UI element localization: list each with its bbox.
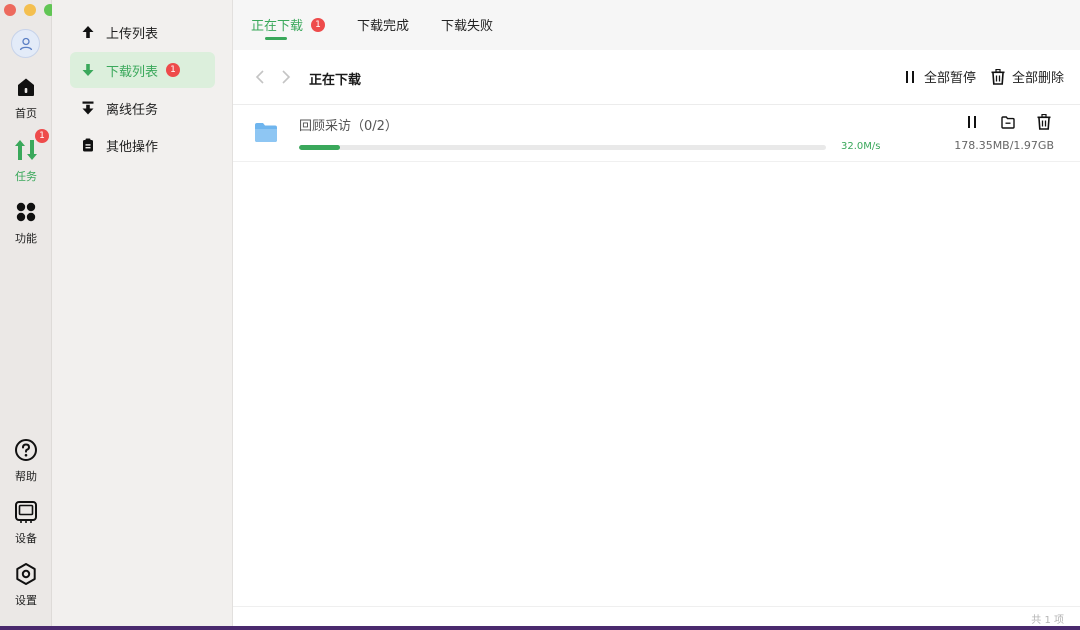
active-tab-indicator: [265, 37, 287, 40]
grid-icon: [13, 199, 39, 225]
avatar[interactable]: [11, 29, 40, 58]
delete-all-button[interactable]: 全部删除: [990, 67, 1064, 86]
device-icon: [13, 499, 39, 525]
rail-item-settings[interactable]: 设置: [0, 561, 52, 608]
pause-all-label: 全部暂停: [924, 71, 977, 86]
minimize-window-button[interactable]: [24, 4, 36, 16]
rail-item-home[interactable]: 首页: [0, 74, 52, 121]
folder-outline-icon: [1001, 115, 1015, 129]
close-window-button[interactable]: [4, 4, 16, 16]
pause-icon: [902, 68, 918, 86]
main-panel: 正在下载 1 下载完成 下载失败 正在下载 全部暂停 全部删除 回顾采访（0/2…: [233, 0, 1080, 626]
trash-icon: [990, 68, 1006, 86]
task-name: 回顾采访（0/2）: [299, 119, 398, 134]
trash-icon: [1037, 114, 1051, 130]
table-row[interactable]: 回顾采访（0/2） 32.0M/s 178.35MB/1.97GB: [233, 105, 1080, 162]
progress-fill: [299, 145, 340, 150]
pause-all-button[interactable]: 全部暂停: [902, 67, 976, 86]
sidebar-item-label: 上传列表: [106, 26, 159, 42]
pause-task-button[interactable]: [963, 113, 981, 131]
upload-icon: [80, 24, 96, 40]
rail-item-features[interactable]: 功能: [0, 199, 52, 246]
page-title: 正在下载: [309, 73, 362, 88]
toolbar: 正在下载 全部暂停 全部删除: [233, 50, 1080, 105]
tab-badge: 1: [311, 17, 326, 32]
item-count: 共 1 项: [1031, 615, 1064, 626]
back-button[interactable]: [250, 67, 270, 87]
rail-item-label: 任务: [15, 170, 37, 183]
chevron-right-icon: [282, 70, 291, 84]
tab-label: 下载失败: [441, 19, 494, 34]
sidebar-item-offline-tasks[interactable]: 离线任务: [70, 90, 215, 126]
progress-bar: [299, 145, 826, 150]
sidebar-item-label: 下载列表: [106, 64, 159, 80]
pause-icon: [968, 116, 976, 128]
clipboard-icon: [80, 137, 96, 153]
rail-item-help[interactable]: 帮助: [0, 437, 52, 484]
home-icon: [13, 74, 39, 100]
delete-all-label: 全部删除: [1012, 71, 1065, 86]
transfer-icon: 1: [13, 129, 49, 163]
sidebar-item-label: 其他操作: [106, 139, 159, 155]
download-speed: 32.0M/s: [841, 141, 881, 152]
settings-icon: [13, 561, 39, 587]
sidebar-item-label: 离线任务: [106, 102, 159, 118]
rail-item-label: 功能: [15, 232, 37, 245]
sidebar-item-download-list[interactable]: 下载列表 1: [70, 52, 215, 88]
download-icon: [80, 62, 96, 78]
download-list-badge: 1: [166, 63, 181, 77]
tab-label: 正在下载: [251, 19, 304, 34]
rail-item-label: 首页: [15, 107, 37, 120]
offline-icon: [80, 100, 96, 116]
rail-item-label: 设备: [15, 532, 37, 545]
file-size: 178.35MB/1.97GB: [954, 139, 1054, 152]
tab-label: 下载完成: [357, 19, 410, 34]
app-window: 首页 1 任务 功能 帮助 设备 设置 上传列表 下载列表 1 离线任务 其他操…: [0, 0, 1080, 626]
forward-button[interactable]: [276, 67, 296, 87]
status-footer: 共 1 项: [233, 606, 1080, 626]
folder-icon: [254, 121, 278, 143]
sidebar-item-upload-list[interactable]: 上传列表: [70, 14, 215, 50]
icon-rail: 首页 1 任务 功能 帮助 设备 设置: [0, 0, 56, 626]
delete-task-button[interactable]: [1035, 113, 1053, 131]
rail-item-label: 帮助: [15, 470, 37, 483]
help-icon: [13, 437, 39, 463]
tab-completed[interactable]: 下载完成: [357, 15, 409, 34]
tab-bar: 正在下载 1 下载完成 下载失败: [233, 0, 1080, 50]
open-folder-button[interactable]: [999, 113, 1017, 131]
chevron-left-icon: [255, 70, 264, 84]
window-controls: [4, 4, 56, 16]
rail-item-label: 设置: [15, 594, 37, 607]
tab-failed[interactable]: 下载失败: [441, 15, 493, 34]
tab-downloading[interactable]: 正在下载 1: [251, 15, 326, 34]
user-icon: [19, 37, 32, 50]
rail-item-device[interactable]: 设备: [0, 499, 52, 546]
sidebar: 上传列表 下载列表 1 离线任务 其他操作: [52, 0, 233, 626]
rail-item-tasks[interactable]: 1 任务: [0, 129, 52, 184]
sidebar-item-other-actions[interactable]: 其他操作: [70, 127, 215, 163]
tasks-badge: 1: [35, 129, 49, 143]
